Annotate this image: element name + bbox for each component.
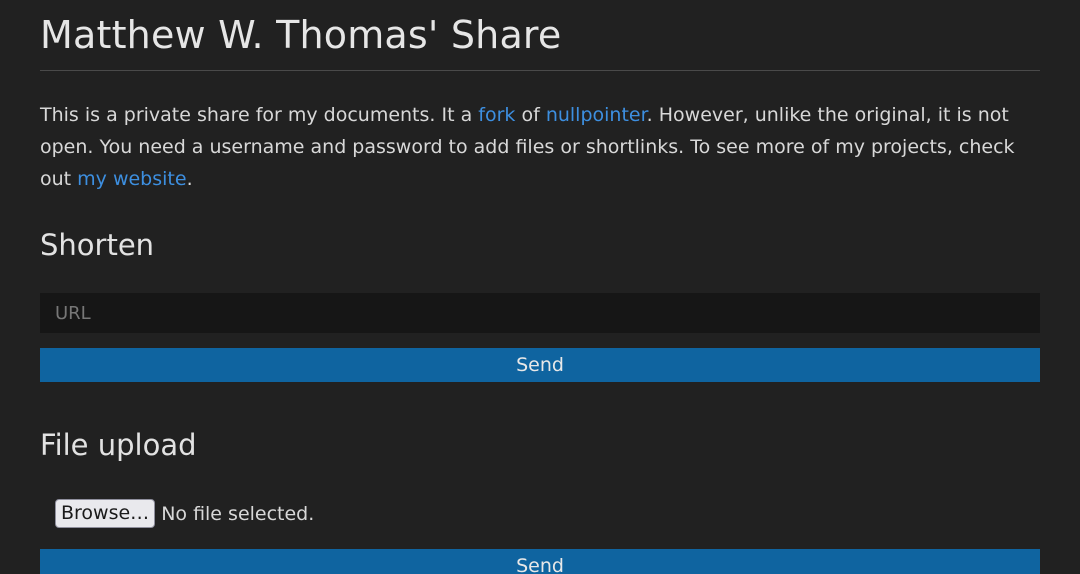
nullpointer-link[interactable]: nullpointer <box>546 104 647 126</box>
title-divider <box>40 70 1040 71</box>
file-upload-heading: File upload <box>40 428 197 462</box>
shorten-heading: Shorten <box>40 228 155 262</box>
fork-link[interactable]: fork <box>478 104 515 126</box>
file-input[interactable]: Browse… No file selected. <box>55 499 1040 528</box>
shorten-section: Shorten Send <box>40 228 1040 382</box>
file-upload-section: File upload Browse… No file selected. Se… <box>40 428 1040 574</box>
page-container: Matthew W. Thomas' Share This is a priva… <box>40 0 1040 574</box>
browse-button[interactable]: Browse… <box>55 499 156 528</box>
intro-paragraph: This is a private share for my documents… <box>40 99 1040 195</box>
file-status-text: No file selected. <box>161 502 315 525</box>
page-title: Matthew W. Thomas' Share <box>40 13 562 57</box>
upload-send-button[interactable]: Send <box>40 549 1040 574</box>
intro-text-4: . <box>186 168 193 190</box>
intro-text-2: of <box>515 104 546 126</box>
url-input[interactable] <box>40 293 1040 333</box>
shorten-send-button[interactable]: Send <box>40 348 1040 382</box>
my-website-link[interactable]: my website <box>77 168 186 190</box>
intro-text-1: This is a private share for my documents… <box>40 104 479 126</box>
